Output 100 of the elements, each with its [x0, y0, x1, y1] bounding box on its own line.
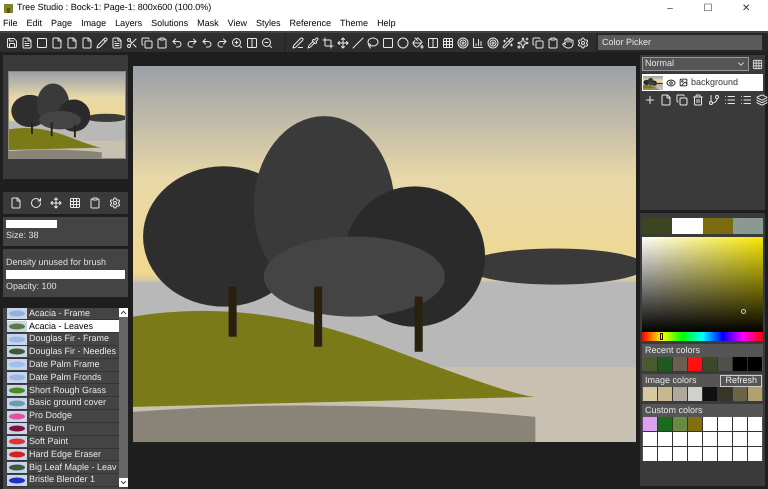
wand-icon[interactable] — [502, 36, 514, 48]
brush-item[interactable]: Pro Burn — [7, 422, 119, 436]
menu-item[interactable]: File — [3, 16, 18, 30]
menu-item[interactable]: View — [228, 16, 247, 30]
color-swatch[interactable] — [748, 447, 762, 461]
color-swatch[interactable] — [718, 387, 732, 401]
bucket-icon[interactable] — [412, 36, 424, 48]
line-icon[interactable] — [352, 36, 364, 48]
brush-item[interactable]: Date Palm Frame — [7, 358, 119, 372]
file-icon[interactable] — [660, 94, 672, 106]
target-icon[interactable] — [487, 36, 499, 48]
chart-icon[interactable] — [472, 36, 484, 48]
settings-icon[interactable] — [109, 197, 122, 209]
color-swatch[interactable] — [718, 447, 732, 461]
grid-icon[interactable] — [442, 36, 454, 48]
color-swatch[interactable] — [642, 218, 672, 234]
rotate-icon[interactable] — [30, 197, 42, 209]
color-swatch[interactable] — [673, 432, 687, 446]
color-swatch[interactable] — [733, 432, 747, 446]
color-swatch[interactable] — [702, 218, 733, 234]
pencil-icon[interactable] — [96, 36, 108, 48]
brush-icon[interactable] — [292, 36, 304, 48]
brush-item[interactable]: Basic ground cover — [7, 397, 119, 410]
color-swatch[interactable] — [688, 417, 702, 431]
color-swatch[interactable] — [658, 417, 672, 431]
brush-item[interactable]: Soft Paint — [7, 436, 119, 449]
color-swatch[interactable] — [673, 357, 687, 371]
color-swatch[interactable] — [643, 387, 657, 401]
columns-icon[interactable] — [427, 36, 439, 48]
redo-icon[interactable] — [216, 36, 228, 48]
color-swatch[interactable] — [703, 387, 717, 401]
file-icon[interactable] — [10, 197, 22, 209]
copy-icon[interactable] — [141, 36, 153, 48]
color-swatch[interactable] — [643, 357, 657, 371]
color-swatch[interactable] — [673, 447, 687, 461]
menu-item[interactable]: Image — [81, 16, 106, 30]
brush-item[interactable]: Douglas Fir - Frame — [7, 333, 119, 346]
menu-item[interactable]: Theme — [340, 16, 368, 30]
layers-icon[interactable] — [756, 94, 768, 106]
eyedropper-icon[interactable] — [307, 36, 319, 48]
menu-item[interactable]: Help — [377, 16, 396, 30]
color-swatch[interactable] — [703, 357, 717, 371]
brush-item[interactable]: Bristle Blender 1 — [7, 474, 119, 488]
color-swatch[interactable] — [688, 447, 702, 461]
hue-slider[interactable] — [642, 332, 763, 341]
delete-icon[interactable] — [692, 94, 704, 106]
color-swatch[interactable] — [718, 432, 732, 446]
color-swatch[interactable] — [688, 432, 702, 446]
blend-mode-select[interactable]: Normal — [642, 57, 749, 71]
copy-icon[interactable] — [676, 94, 688, 106]
document-icon[interactable] — [111, 36, 123, 48]
brush-item[interactable]: Date Palm Fronds — [7, 372, 119, 384]
color-swatch[interactable] — [703, 417, 717, 431]
color-swatch[interactable] — [703, 447, 717, 461]
grid-icon[interactable] — [69, 197, 82, 209]
eye-icon[interactable] — [666, 78, 676, 88]
add-layer-icon[interactable] — [644, 94, 656, 106]
zoom-out-icon[interactable] — [261, 36, 273, 48]
color-swatch[interactable] — [718, 417, 732, 431]
color-swatch[interactable] — [748, 357, 762, 371]
scroll-down-icon[interactable] — [119, 478, 128, 487]
close-button[interactable]: ✕ — [727, 0, 765, 16]
menu-item[interactable]: Page — [51, 16, 72, 30]
menu-item[interactable]: Mask — [197, 16, 219, 30]
color-swatch[interactable] — [673, 417, 687, 431]
scroll-up-icon[interactable] — [119, 308, 128, 316]
color-swatch[interactable] — [643, 432, 657, 446]
settings-icon[interactable] — [577, 36, 589, 48]
file-icon[interactable] — [81, 36, 93, 48]
copy-icon[interactable] — [532, 36, 544, 48]
square-icon[interactable] — [36, 36, 48, 48]
color-swatch[interactable] — [748, 387, 762, 401]
brush-item[interactable]: Short Rough Grass — [7, 384, 119, 398]
opacity-slider[interactable] — [6, 270, 125, 279]
color-swatch[interactable] — [673, 387, 687, 401]
color-swatch[interactable] — [672, 218, 702, 234]
zoom-in-icon[interactable] — [231, 36, 243, 48]
layer-row[interactable]: background — [642, 74, 763, 91]
undo-icon[interactable] — [171, 36, 183, 48]
color-swatch[interactable] — [658, 357, 672, 371]
sparkle-icon[interactable] — [517, 36, 529, 48]
menu-item[interactable]: Solutions — [151, 16, 188, 30]
hand-icon[interactable] — [562, 36, 574, 48]
color-swatch[interactable] — [688, 357, 702, 371]
color-swatch[interactable] — [732, 218, 763, 234]
save-icon[interactable] — [6, 36, 18, 48]
refresh-button[interactable]: Refresh — [720, 374, 762, 386]
color-swatch[interactable] — [733, 357, 747, 371]
color-swatch[interactable] — [748, 432, 762, 446]
undo-icon[interactable] — [201, 36, 213, 48]
color-swatch[interactable] — [658, 447, 672, 461]
color-swatch[interactable] — [643, 417, 657, 431]
maximize-button[interactable]: ☐ — [689, 0, 727, 16]
minimize-button[interactable]: – — [651, 0, 689, 16]
color-swatch[interactable] — [703, 432, 717, 446]
color-swatch[interactable] — [643, 447, 657, 461]
color-swatch[interactable] — [748, 417, 762, 431]
brush-item[interactable]: Big Leaf Maple - Leav — [7, 461, 119, 474]
ellipse-icon[interactable] — [397, 36, 409, 48]
color-swatch[interactable] — [733, 417, 747, 431]
